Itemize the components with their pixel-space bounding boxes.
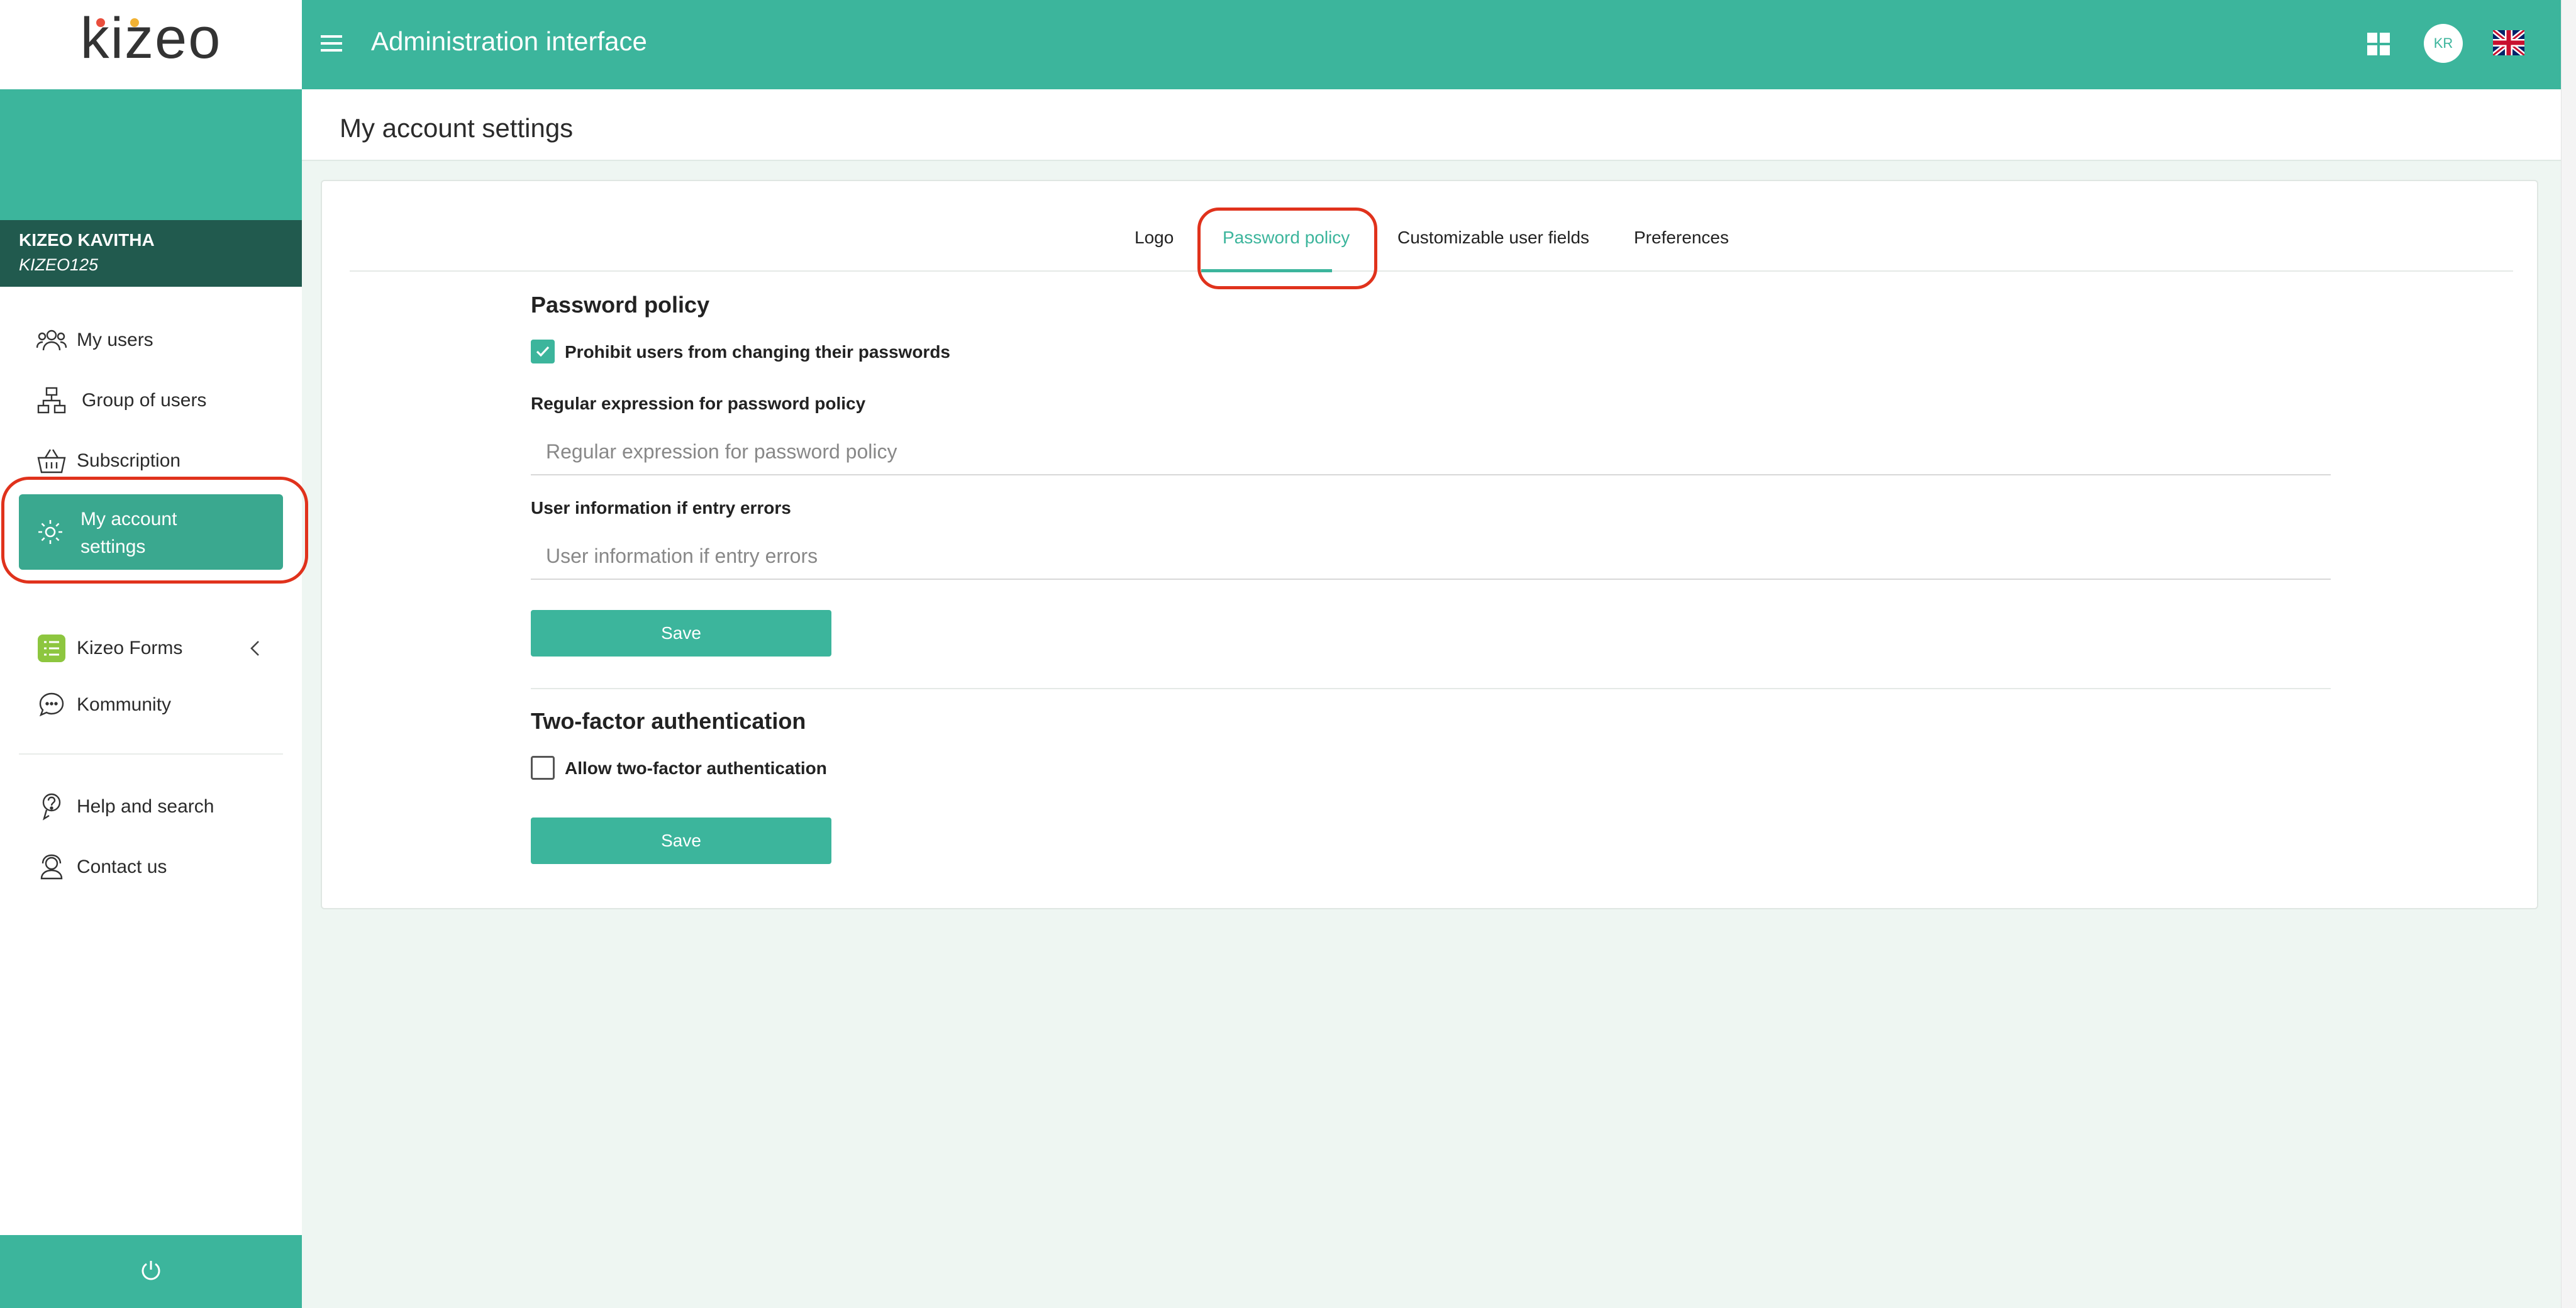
prohibit-password-change-label: Prohibit users from changing their passw…	[565, 342, 950, 362]
sidebar-item-label: Kommunity	[77, 694, 172, 715]
save-password-policy-button[interactable]: Save	[531, 610, 831, 657]
sidebar-item-contact-us[interactable]: Contact us	[0, 845, 302, 889]
chat-icon	[35, 689, 68, 721]
apps-grid-icon[interactable]	[2366, 31, 2391, 57]
uk-flag-icon[interactable]	[2491, 28, 2526, 58]
help-icon	[35, 790, 68, 823]
basket-icon	[35, 445, 68, 477]
sidebar-item-help-and-search[interactable]: Help and search	[0, 785, 302, 829]
hamburger-menu-icon[interactable]	[321, 34, 342, 53]
user-name: KIZEO KAVITHA	[19, 230, 155, 250]
user-code: KIZEO125	[19, 255, 99, 274]
sidebar-item-kizeo-forms[interactable]: Kizeo Forms	[0, 626, 302, 670]
password-policy-title: Password policy	[531, 292, 710, 318]
top-header: Administration interface KR	[302, 0, 2561, 89]
sidebar-item-label: My users	[77, 330, 153, 350]
page-title-bar: My account settings	[302, 89, 2561, 161]
sidebar-item-label: My account settings	[80, 509, 177, 557]
sidebar-item-group-of-users[interactable]: Group of users	[0, 379, 302, 423]
page-scrollbar[interactable]	[2561, 0, 2576, 1308]
settings-card: Logo Password policy Customizable user f…	[321, 180, 2538, 909]
kizeo-logo[interactable]: kizeo	[0, 0, 302, 89]
sidebar-banner	[0, 89, 302, 220]
sidebar-item-my-account-settings[interactable]: My account settings	[19, 494, 283, 570]
regex-input[interactable]	[531, 429, 2331, 475]
sidebar-item-label: Group of users	[82, 390, 207, 411]
sidebar-item-label: Contact us	[77, 856, 167, 877]
user-block: KIZEO KAVITHA KIZEO125	[0, 220, 302, 287]
error-info-input[interactable]	[531, 533, 2331, 580]
sidebar-item-label: Kizeo Forms	[77, 638, 183, 658]
allow-two-factor-checkbox[interactable]	[531, 756, 555, 780]
tab-customizable-user-fields[interactable]: Customizable user fields	[1397, 228, 1589, 248]
sidebar-item-my-users[interactable]: My users	[0, 318, 302, 362]
app-title: Administration interface	[371, 26, 647, 56]
sidebar-item-label: Subscription	[77, 450, 181, 471]
active-tab-indicator	[1201, 269, 1332, 272]
error-info-field-label: User information if entry errors	[531, 498, 791, 518]
highlight-annotation	[1197, 208, 1377, 289]
hierarchy-icon	[35, 384, 68, 417]
users-icon	[35, 324, 68, 357]
forms-app-icon	[35, 632, 68, 665]
tabs-divider	[350, 270, 2513, 272]
sidebar: kizeo KIZEO KAVITHA KIZEO125 My users Gr…	[0, 0, 308, 1308]
tab-preferences[interactable]: Preferences	[1634, 228, 1729, 248]
allow-two-factor-label: Allow two-factor authentication	[565, 758, 827, 778]
contact-icon	[35, 851, 68, 884]
two-factor-title: Two-factor authentication	[531, 708, 806, 734]
sidebar-item-subscription[interactable]: Subscription	[0, 439, 302, 483]
regex-field-label: Regular expression for password policy	[531, 394, 866, 413]
user-avatar[interactable]: KR	[2424, 24, 2463, 63]
gear-icon	[34, 516, 67, 548]
power-icon[interactable]	[140, 1259, 162, 1282]
page-title: My account settings	[340, 113, 574, 143]
sidebar-divider	[19, 753, 283, 755]
check-icon	[536, 346, 550, 357]
tab-password-policy[interactable]: Password policy	[1223, 228, 1350, 248]
svg-text:kizeo: kizeo	[80, 6, 222, 70]
save-two-factor-button[interactable]: Save	[531, 818, 831, 864]
section-divider	[531, 688, 2331, 689]
tab-logo[interactable]: Logo	[1135, 228, 1174, 248]
prohibit-password-change-checkbox[interactable]	[531, 340, 555, 363]
sidebar-item-label: Help and search	[77, 796, 214, 817]
sidebar-item-kommunity[interactable]: Kommunity	[0, 683, 302, 727]
chevron-left-icon[interactable]	[249, 640, 262, 662]
